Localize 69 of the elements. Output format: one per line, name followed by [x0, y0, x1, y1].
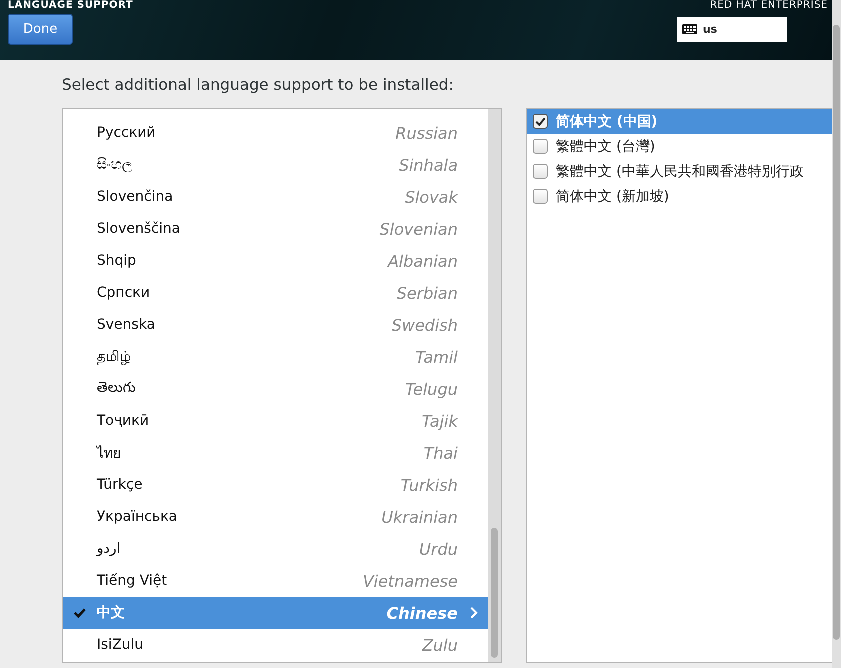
locale-item[interactable]: 繁體中文 (中華人民共和國香港特別行政	[527, 159, 832, 184]
scrollbar[interactable]	[488, 109, 501, 662]
native-language-name: தமிழ்	[97, 348, 132, 366]
english-language-name: Tamil	[416, 348, 458, 366]
english-language-name: Russian	[396, 124, 458, 142]
language-item[interactable]: Slovenčina Slovak	[63, 181, 488, 213]
page-title: LANGUAGE SUPPORT	[8, 0, 134, 12]
language-item[interactable]: తెలుగు Telugu	[63, 373, 488, 405]
native-language-name: اردو	[97, 541, 122, 557]
native-language-name: Shqip	[97, 253, 138, 269]
english-language-name: Urdu	[419, 540, 458, 558]
language-item[interactable]: தமிழ் Tamil	[63, 341, 488, 373]
native-language-name: ไทย	[97, 444, 122, 464]
language-item[interactable]: Svenska Swedish	[63, 309, 488, 341]
native-language-name: Türkçe	[97, 477, 144, 493]
language-item[interactable]: ไทย Thai	[63, 437, 488, 469]
language-item[interactable]: Slovenščina Slovenian	[63, 213, 488, 245]
english-language-name: Swedish	[392, 316, 458, 334]
native-language-name: తెలుగు	[97, 380, 137, 398]
english-language-name: Slovenian	[380, 220, 458, 238]
locale-name: 简体中文 (新加坡)	[556, 188, 670, 206]
native-language-name: Українська	[97, 509, 178, 525]
language-item[interactable]: Tiếng Việt Vietnamese	[63, 565, 488, 597]
native-language-name: Tiếng Việt	[97, 573, 168, 589]
product-name: RED HAT ENTERPRISE	[710, 0, 828, 12]
locale-name: 简体中文 (中国)	[556, 112, 658, 130]
english-language-name: Turkish	[400, 476, 458, 494]
checkbox[interactable]	[533, 114, 548, 129]
native-language-name: සිංහල	[97, 157, 134, 173]
keyboard-icon	[682, 24, 698, 35]
language-item[interactable]: සිංහල Sinhala	[63, 149, 488, 181]
english-language-name: Slovak	[405, 188, 458, 206]
chevron-right-icon	[470, 607, 478, 619]
native-language-name: Српски	[97, 285, 152, 301]
english-language-name: Thai	[424, 444, 458, 462]
language-item[interactable]: Українська Ukrainian	[63, 501, 488, 533]
language-item[interactable]: Shqip Albanian	[63, 245, 488, 277]
english-language-name: Zulu	[422, 636, 458, 654]
english-language-name: Tajik	[422, 412, 458, 430]
checkbox[interactable]	[533, 139, 548, 154]
native-language-name: Тоҷикӣ	[97, 413, 150, 429]
english-language-name: Chinese	[386, 604, 458, 622]
locale-item[interactable]: 繁體中文 (台灣)	[527, 134, 832, 159]
language-item[interactable]: Српски Serbian	[63, 277, 488, 309]
checkbox[interactable]	[533, 164, 548, 179]
english-language-name: Albanian	[388, 252, 458, 270]
native-language-name: Slovenščina	[97, 221, 182, 237]
english-language-name: Telugu	[405, 380, 458, 398]
instruction-text: Select additional language support to be installed:	[62, 76, 455, 94]
page-scrollbar[interactable]	[832, 0, 841, 668]
english-language-name: Vietnamese	[362, 572, 458, 590]
done-button[interactable]: Done	[8, 14, 73, 45]
locale-name: 繁體中文 (台灣)	[556, 138, 656, 156]
language-item[interactable]: IsiZulu Zulu	[63, 629, 488, 661]
native-language-name: Русский	[97, 125, 157, 141]
english-language-name: Serbian	[396, 284, 458, 302]
keyboard-layout-indicator[interactable]: us	[677, 17, 787, 42]
native-language-name: IsiZulu	[97, 637, 145, 653]
native-language-name: 中文	[97, 604, 126, 622]
language-item[interactable]: Türkçe Turkish	[63, 469, 488, 501]
english-language-name: Sinhala	[399, 156, 458, 174]
locale-name: 繁體中文 (中華人民共和國香港特別行政	[556, 162, 804, 180]
locale-item[interactable]: 简体中文 (新加坡)	[527, 184, 832, 209]
native-language-name: Svenska	[97, 317, 156, 333]
native-language-name: Slovenčina	[97, 189, 174, 205]
language-item[interactable]: Русский Russian	[63, 117, 488, 149]
checkbox[interactable]	[533, 189, 548, 204]
english-language-name: Ukrainian	[382, 508, 458, 526]
language-item[interactable]: Тоҷикӣ Tajik	[63, 405, 488, 437]
